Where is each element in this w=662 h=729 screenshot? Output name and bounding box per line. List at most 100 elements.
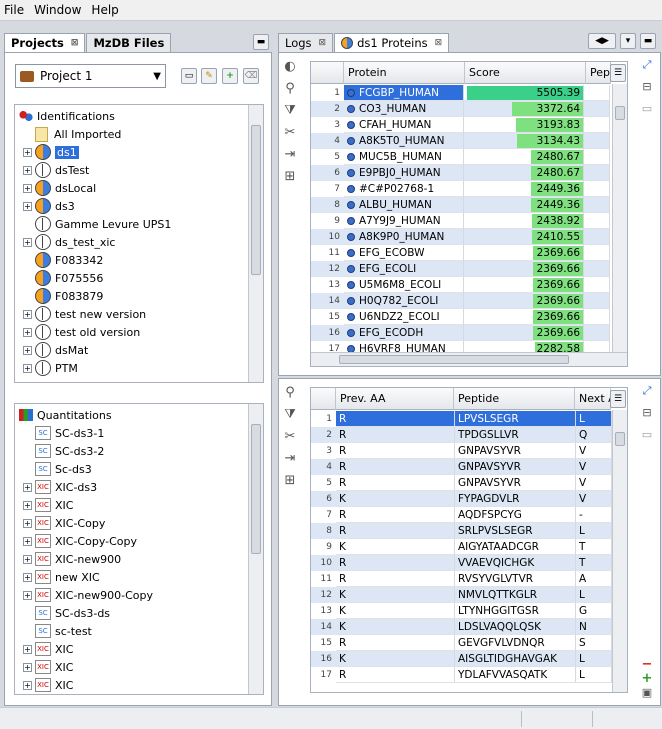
table-row[interactable]: 5 MUC5B_HUMAN 2480.67 [311, 149, 610, 165]
minimize-icon[interactable]: ▬ [640, 33, 656, 49]
expand-toggle-icon[interactable]: + [23, 201, 32, 211]
menu-window[interactable]: Window [34, 3, 81, 17]
next-aa-cell[interactable]: L [576, 587, 612, 603]
table-row[interactable]: 10 A8K9P0_HUMAN 2410.55 [311, 229, 610, 245]
tree-node[interactable]: + XIC XIC [23, 658, 73, 676]
pep-cell[interactable] [584, 229, 610, 245]
tab-list-icon[interactable]: ▾ [620, 33, 636, 49]
expand-toggle-icon[interactable]: + [23, 363, 32, 373]
menu-file[interactable]: File [4, 3, 24, 17]
table-row[interactable]: 4 R GNPAVSYVR V [311, 459, 612, 475]
pep-cell[interactable] [584, 149, 610, 165]
table-row[interactable]: 12 K NMVLQTTKGLR L [311, 587, 612, 603]
score-cell[interactable]: 2480.67 [464, 165, 584, 181]
tree-node[interactable]: + XIC XIC [23, 676, 73, 694]
tree-node[interactable]: F083342 [23, 251, 103, 269]
peptide-cell[interactable]: AQDFSPCYG [455, 507, 576, 523]
properties-icon[interactable]: ▭ [181, 68, 197, 84]
score-cell[interactable]: 2369.66 [464, 325, 584, 341]
pep-cell[interactable] [584, 293, 610, 309]
filter-icon[interactable]: ⧩ [282, 103, 298, 119]
protein-cell[interactable]: MUC5B_HUMAN [344, 149, 464, 165]
column-prev-aa[interactable]: Prev. AA [336, 388, 454, 410]
peptide-cell[interactable]: SRLPVSLSEGR [455, 523, 576, 539]
table-row[interactable]: 11 EFG_ECOBW 2369.66 [311, 245, 610, 261]
tree-node[interactable]: F075556 [23, 269, 103, 287]
pep-cell[interactable] [584, 101, 610, 117]
table-row[interactable]: 2 R TPDGSLLVR Q [311, 427, 612, 443]
column-peptide[interactable]: Peptide [454, 388, 575, 410]
filter-icon[interactable]: ⧩ [282, 407, 298, 423]
split-icon[interactable]: ⊟ [639, 79, 655, 95]
protein-cell[interactable]: A7Y9J9_HUMAN [344, 213, 464, 229]
save-icon[interactable]: ▣ [639, 685, 655, 699]
prev-aa-cell[interactable]: R [336, 427, 455, 443]
prev-aa-cell[interactable]: R [336, 555, 455, 571]
binoculars-icon[interactable]: ⚲ [282, 385, 298, 401]
protein-cell[interactable]: E9PBJ0_HUMAN [344, 165, 464, 181]
tree-node[interactable]: SC SC-ds3-ds [23, 604, 110, 622]
comment-icon[interactable]: ▭ [639, 427, 655, 443]
protein-hscroll[interactable] [311, 352, 627, 366]
table-row[interactable]: 3 CFAH_HUMAN 3193.83 [311, 117, 610, 133]
tab-logs[interactable]: Logs ⊠ [278, 33, 334, 52]
scroll-thumb[interactable] [615, 432, 625, 446]
table-row[interactable]: 14 K LDSLVAQQLQSK N [311, 619, 612, 635]
peptide-cell[interactable]: LTYNHGGITGSR [455, 603, 576, 619]
tree-node[interactable]: Gamme Levure UPS1 [23, 215, 171, 233]
prev-aa-cell[interactable]: R [336, 507, 455, 523]
tree-node[interactable]: + XIC XIC-new900-Copy [23, 586, 153, 604]
tree-node[interactable]: + XIC XIC-Copy-Copy [23, 532, 137, 550]
protein-cell[interactable]: U5M6M8_ECOLI [344, 277, 464, 293]
next-aa-cell[interactable]: L [576, 523, 612, 539]
table-row[interactable]: 11 R RVSYVGLVTVR A [311, 571, 612, 587]
expand-toggle-icon[interactable]: + [23, 345, 32, 355]
next-aa-cell[interactable]: - [576, 507, 612, 523]
expand-toggle-icon[interactable]: + [23, 327, 32, 337]
tree-node[interactable]: + XIC XIC-ds3 [23, 478, 97, 496]
pep-cell[interactable] [584, 245, 610, 261]
pep-cell[interactable] [584, 117, 610, 133]
table-row[interactable]: 1 R LPVSLSEGR L [311, 411, 612, 427]
table-row[interactable]: 2 CO3_HUMAN 3372.64 [311, 101, 610, 117]
protein-cell[interactable]: A8K5T0_HUMAN [344, 133, 464, 149]
pep-cell[interactable] [584, 197, 610, 213]
table-row[interactable]: 4 A8K5T0_HUMAN 3134.43 [311, 133, 610, 149]
next-aa-cell[interactable]: L [576, 651, 612, 667]
column-protein[interactable]: Protein [344, 62, 465, 84]
column-score[interactable]: Score [465, 62, 586, 84]
tree-node[interactable]: + ds3 [23, 197, 75, 215]
tree-node[interactable]: SC sc-test [23, 622, 92, 640]
prev-aa-cell[interactable]: K [336, 587, 455, 603]
prev-aa-cell[interactable]: K [336, 651, 455, 667]
score-cell[interactable]: 2410.55 [464, 229, 584, 245]
tree-node[interactable]: + XIC XIC-new900 [23, 550, 121, 568]
expand-toggle-icon[interactable]: + [23, 183, 32, 193]
minimize-icon[interactable]: ▬ [253, 34, 269, 50]
column-next-aa[interactable]: Next A [575, 388, 611, 410]
peptide-cell[interactable]: FYPAGDVLR [455, 491, 576, 507]
score-cell[interactable]: 2438.92 [464, 213, 584, 229]
next-aa-cell[interactable]: T [576, 539, 612, 555]
protein-cell[interactable]: FCGBP_HUMAN [344, 85, 464, 101]
scroll-thumb[interactable] [251, 125, 261, 275]
tree-node[interactable]: + XIC new XIC [23, 568, 100, 586]
score-cell[interactable]: 3372.64 [464, 101, 584, 117]
pep-cell[interactable] [584, 309, 610, 325]
tree-node[interactable]: + dsLocal [23, 179, 96, 197]
table-row[interactable]: 13 K LTYNHGGITGSR G [311, 603, 612, 619]
tab-scroll-arrows-icon[interactable]: ◀▶ [588, 33, 616, 49]
close-icon[interactable]: ⊠ [435, 38, 443, 48]
add-to-set-icon[interactable]: ⊞ [282, 473, 298, 489]
tree-root-quantitations[interactable]: Quantitations [19, 406, 112, 424]
tree-node[interactable]: SC Sc-ds3 [23, 460, 92, 478]
next-aa-cell[interactable]: G [576, 603, 612, 619]
prev-aa-cell[interactable]: R [336, 443, 455, 459]
next-aa-cell[interactable]: T [576, 555, 612, 571]
score-cell[interactable]: 2369.66 [464, 293, 584, 309]
score-cell[interactable]: 2449.36 [464, 197, 584, 213]
expand-toggle-icon[interactable]: + [23, 590, 32, 600]
table-row[interactable]: 16 EFG_ECODH 2369.66 [311, 325, 610, 341]
expand-toggle-icon[interactable]: + [23, 644, 32, 654]
protein-cell[interactable]: #C#P02768-1 [344, 181, 464, 197]
